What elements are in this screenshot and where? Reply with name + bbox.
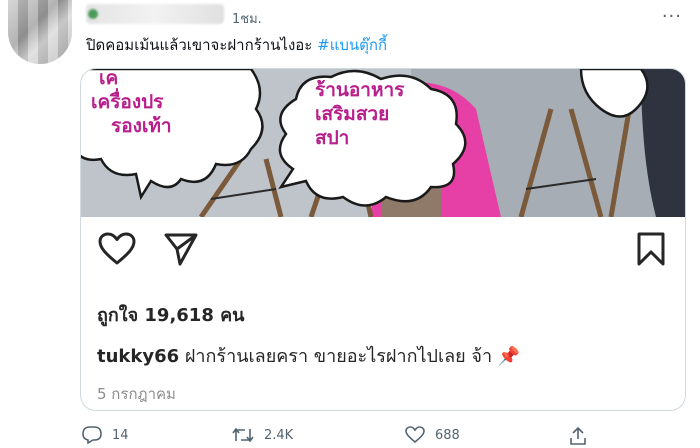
retweet-button[interactable]: 2.4K [232, 426, 293, 444]
share-icon[interactable] [161, 229, 201, 269]
tweet-time[interactable]: 1ชม. [232, 8, 262, 29]
reply-button[interactable]: 14 [82, 426, 129, 444]
share-tweet-icon [570, 426, 586, 445]
like-button[interactable]: 688 [405, 426, 460, 444]
bubble-left-text: เค เครื่องปร รองเท้า [85, 69, 235, 138]
bookmark-icon[interactable] [631, 229, 671, 269]
caption-username[interactable]: tukky66 [97, 346, 179, 367]
tweet-text: ปิดคอมเม้นแล้วเขาจะฝากร้านไงอะ #แบนตุ๊กก… [86, 33, 387, 57]
bubble-left-line-2: เครื่องปร [91, 90, 164, 113]
bubble-center-line-1: ร้านอาหาร [315, 79, 405, 101]
bubble-left-line-3: รองเท้า [111, 114, 172, 137]
bubble-center-line-3: สปา [315, 126, 350, 149]
reply-count: 14 [112, 427, 129, 443]
bubble-center-line-2: เสริมสวย [315, 102, 390, 125]
like-icon [405, 426, 425, 444]
caption-text: ฝากร้านเลยครา ขายอะไรฝากไปเลย จ้า [179, 346, 498, 367]
instagram-action-bar [81, 229, 685, 275]
heart-icon[interactable] [97, 229, 137, 269]
retweet-icon [232, 427, 254, 443]
share-tweet-button[interactable] [568, 426, 588, 446]
user-avatar[interactable] [8, 0, 72, 64]
author-name-blurred[interactable] [86, 4, 224, 24]
post-date: 5 กรกฎาคม [97, 385, 176, 403]
tweet-action-bar: 14 2.4K 688 [80, 424, 686, 448]
bubble-left-line-1: เค [99, 69, 119, 89]
retweet-count: 2.4K [264, 427, 294, 443]
more-icon[interactable]: ··· [662, 6, 682, 27]
tweet-body: ปิดคอมเม้นแล้วเขาจะฝากร้านไงอะ [86, 36, 318, 54]
bubble-center-text: ร้านอาหาร เสริมสวย สปา [303, 79, 443, 150]
post-caption: tukky66 ฝากร้านเลยครา ขายอะไรฝากไปเลย จ้… [97, 341, 520, 370]
hashtag-link[interactable]: #แบนตุ๊กกี้ [317, 36, 387, 54]
like-count: 688 [435, 427, 460, 443]
pushpin-emoji: 📌 [497, 346, 521, 367]
post-image[interactable]: เค เครื่องปร รองเท้า ร้านอาหาร เสริมสวย … [81, 69, 685, 217]
embedded-instagram-card[interactable]: เค เครื่องปร รองเท้า ร้านอาหาร เสริมสวย … [80, 68, 686, 411]
likes-count: ถูกใจ 19,618 คน [97, 305, 245, 326]
reply-icon [82, 426, 102, 444]
